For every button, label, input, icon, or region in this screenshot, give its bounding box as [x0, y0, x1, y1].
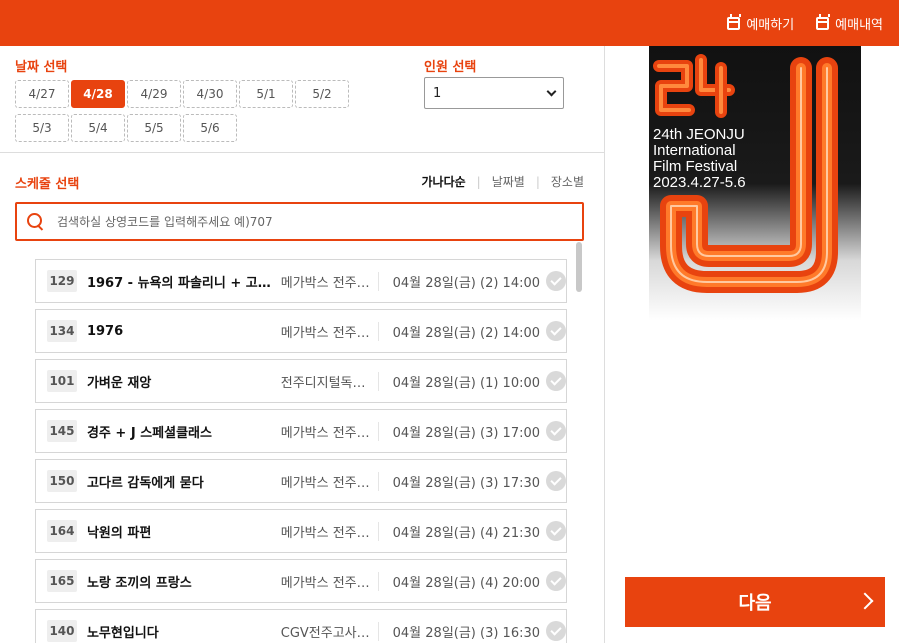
top-bar: 예매하기 예매내역 [0, 0, 899, 46]
sort-tab-date[interactable]: 날짜별 [492, 173, 525, 190]
nav-history[interactable]: 예매내역 [816, 13, 883, 33]
date-button[interactable]: 5/1 [239, 80, 293, 108]
schedule-row[interactable]: 164 낙원의 파편 메가박스 전주… 04월 28일(금) (4) 21:30 [35, 509, 567, 553]
date-grid: 4/27 4/28 4/29 4/30 5/1 5/2 5/3 5/4 5/5 … [15, 80, 355, 142]
schedule-row[interactable]: 129 1967 - 뉴욕의 파솔리니 + 고… 메가박스 전주… 04월 28… [35, 259, 567, 303]
sort-tab-venue[interactable]: 장소별 [551, 173, 584, 190]
calendar-icon [727, 13, 742, 30]
date-button[interactable]: 5/5 [127, 114, 181, 142]
search-icon[interactable] [27, 212, 45, 231]
date-section-title: 날짜 선택 [15, 60, 68, 75]
check-icon[interactable] [546, 321, 566, 341]
schedule-row[interactable]: 165 노랑 조끼의 프랑스 메가박스 전주… 04월 28일(금) (4) 2… [35, 559, 567, 603]
people-section-title: 인원 선택 [424, 60, 477, 75]
check-icon[interactable] [546, 621, 566, 641]
venue-name: 전주디지털독… [281, 371, 379, 391]
tab-separator: | [476, 174, 481, 189]
screening-time: 04월 28일(금) (3) 16:30 [392, 625, 541, 641]
venue-name: 메가박스 전주… [281, 421, 379, 441]
list-scrollbar[interactable] [576, 242, 582, 292]
screening-code: 134 [47, 320, 77, 342]
check-icon[interactable] [546, 471, 566, 491]
people-count-value: 1 [433, 85, 442, 101]
screening-time: 04월 28일(금) (1) 10:00 [392, 375, 541, 391]
people-count-select[interactable]: 1 [424, 77, 564, 109]
schedule-row[interactable]: 150 고다르 감독에게 묻다 메가박스 전주… 04월 28일(금) (3) … [35, 459, 567, 503]
screening-time: 04월 28일(금) (2) 14:00 [392, 275, 541, 291]
venue-name: 메가박스 전주… [281, 321, 379, 341]
sort-tab-alphabetical[interactable]: 가나다순 [421, 173, 465, 190]
screening-time: 04월 28일(금) (3) 17:30 [392, 475, 541, 491]
nav-history-label: 예매내역 [835, 17, 883, 33]
venue-name: 메가박스 전주… [281, 471, 379, 491]
check-icon[interactable] [546, 371, 566, 391]
poster-line1: 24th JEONJU [653, 126, 745, 143]
venue-name: 메가박스 전주… [281, 271, 379, 291]
poster-line3: Film Festival [653, 158, 737, 175]
screening-time: 04월 28일(금) (4) 21:30 [392, 525, 541, 541]
check-icon[interactable] [546, 421, 566, 441]
search-box [15, 202, 584, 241]
film-title: 가벼운 재앙 [86, 375, 152, 391]
festival-poster: 24th JEONJU International Film Festival … [649, 46, 861, 321]
date-button[interactable]: 4/29 [127, 80, 181, 108]
date-button[interactable]: 4/30 [183, 80, 237, 108]
screening-code: 164 [47, 520, 77, 542]
next-button-label: 다음 [738, 593, 772, 614]
screening-code: 129 [47, 270, 77, 292]
check-icon[interactable] [546, 571, 566, 591]
check-icon[interactable] [546, 271, 566, 291]
poster-line4: 2023.4.27-5.6 [653, 174, 746, 191]
film-title: 경주 + J 스페셜클래스 [86, 425, 212, 441]
poster-line2: International [653, 142, 736, 159]
schedule-row[interactable]: 140 노무현입니다 CGV전주고사 … 04월 28일(금) (3) 16:3… [35, 609, 567, 643]
calendar-icon [816, 13, 831, 30]
nav-book-label: 예매하기 [746, 17, 795, 33]
venue-name: CGV전주고사 … [281, 621, 379, 641]
schedule-row[interactable]: 134 1976 메가박스 전주… 04월 28일(금) (2) 14:00 [35, 309, 567, 353]
screening-time: 04월 28일(금) (4) 20:00 [392, 575, 541, 591]
venue-name: 메가박스 전주… [281, 521, 379, 541]
sort-tabs: 가나다순 | 날짜별 | 장소별 [421, 173, 584, 190]
next-button[interactable]: 다음 [625, 577, 885, 627]
screening-code: 165 [47, 570, 77, 592]
section-divider [0, 152, 604, 153]
film-title: 1967 - 뉴욕의 파솔리니 + 고… [86, 275, 271, 291]
poster-image: 24th JEONJU International Film Festival … [649, 46, 861, 321]
screening-code: 101 [47, 370, 77, 392]
schedule-row[interactable]: 145 경주 + J 스페셜클래스 메가박스 전주… 04월 28일(금) (3… [35, 409, 567, 453]
schedule-row[interactable]: 101 가벼운 재앙 전주디지털독… 04월 28일(금) (1) 10:00 [35, 359, 567, 403]
booking-panel: 날짜 선택 4/27 4/28 4/29 4/30 5/1 5/2 5/3 5/… [0, 46, 605, 643]
date-button[interactable]: 5/4 [71, 114, 125, 142]
date-button[interactable]: 5/3 [15, 114, 69, 142]
date-button-selected[interactable]: 4/28 [71, 80, 125, 108]
film-title: 고다르 감독에게 묻다 [86, 475, 204, 491]
check-icon[interactable] [546, 521, 566, 541]
film-title: 1976 [86, 323, 124, 339]
film-title: 노랑 조끼의 프랑스 [86, 575, 192, 591]
schedule-section-title: 스케줄 선택 [15, 177, 80, 192]
film-title: 노무현입니다 [86, 625, 159, 641]
search-input[interactable] [57, 214, 582, 229]
chevron-down-icon [546, 86, 557, 96]
chevron-right-icon [856, 592, 874, 610]
nav-book[interactable]: 예매하기 [727, 13, 795, 33]
screening-time: 04월 28일(금) (2) 14:00 [392, 325, 541, 341]
venue-name: 메가박스 전주… [281, 571, 379, 591]
date-button[interactable]: 5/6 [183, 114, 237, 142]
screening-code: 150 [47, 470, 77, 492]
screening-code: 145 [47, 420, 77, 442]
screening-time: 04월 28일(금) (3) 17:00 [392, 425, 541, 441]
date-button[interactable]: 4/27 [15, 80, 69, 108]
date-button[interactable]: 5/2 [295, 80, 349, 108]
schedule-list: 129 1967 - 뉴욕의 파솔리니 + 고… 메가박스 전주… 04월 28… [35, 259, 567, 643]
screening-code: 140 [47, 620, 77, 642]
tab-separator: | [535, 174, 540, 189]
top-nav: 예매하기 예매내역 [727, 0, 883, 46]
film-title: 낙원의 파편 [86, 525, 152, 541]
